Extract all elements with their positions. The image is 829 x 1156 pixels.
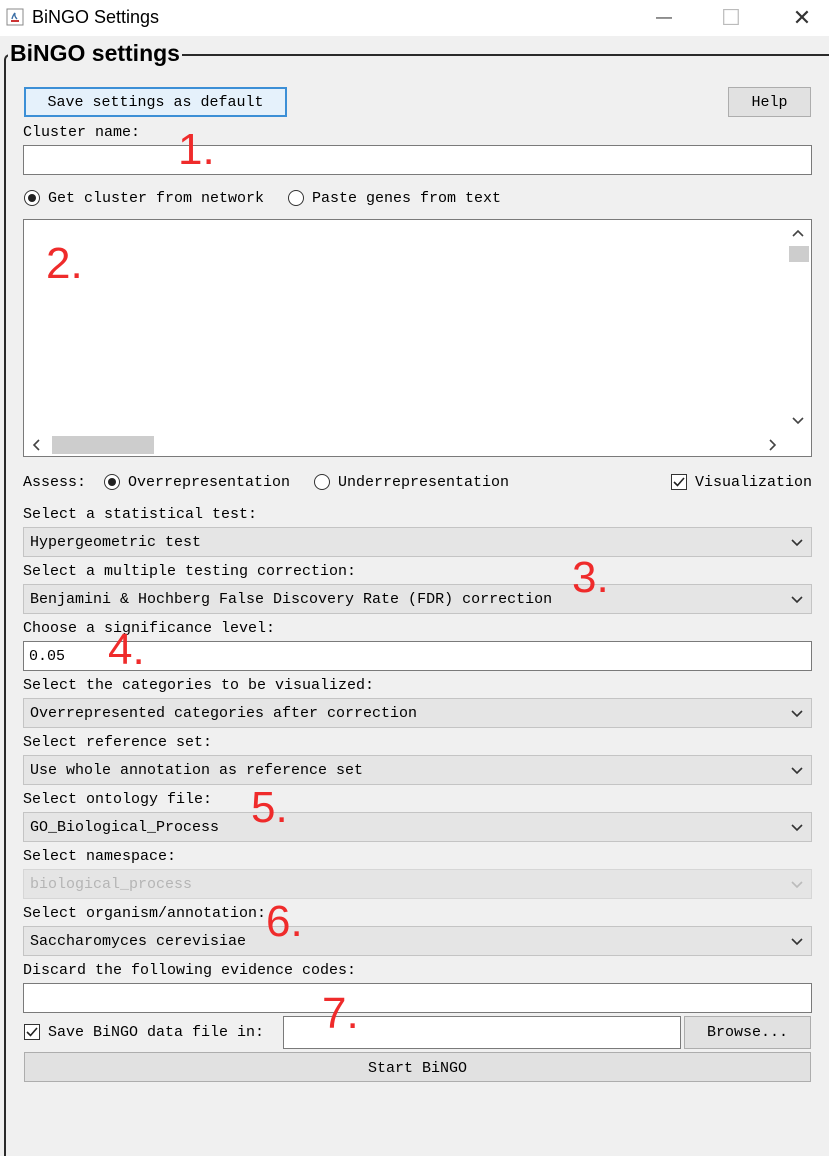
- window-title: BiNGO Settings: [32, 7, 160, 27]
- help-button[interactable]: Help: [728, 87, 811, 117]
- ontology-value: GO_Biological_Process: [30, 818, 220, 836]
- stat-test-value: Hypergeometric test: [30, 533, 202, 551]
- chevron-down-icon: [791, 824, 803, 832]
- chevron-down-icon: [791, 539, 803, 547]
- ontology-label: Select ontology file:: [23, 791, 213, 808]
- annotation-5: 5.: [251, 783, 288, 832]
- close-button[interactable]: ✕: [779, 0, 825, 36]
- underrepresentation-label[interactable]: Underrepresentation: [338, 474, 509, 491]
- save-settings-default-button[interactable]: Save settings as default: [24, 87, 287, 117]
- maximize-icon: ☐: [721, 5, 741, 30]
- maximize-button[interactable]: ☐: [708, 0, 754, 36]
- vertical-scroll-thumb[interactable]: [789, 246, 809, 262]
- radio-get-from-network[interactable]: [24, 190, 40, 206]
- scroll-up-icon[interactable]: [791, 226, 805, 240]
- correction-label: Select a multiple testing correction:: [23, 563, 357, 580]
- organism-value: Saccharomyces cerevisiae: [30, 932, 247, 950]
- evidence-input[interactable]: [23, 983, 812, 1013]
- get-from-network-label[interactable]: Get cluster from network: [48, 190, 264, 207]
- chevron-down-icon: [791, 710, 803, 718]
- annotation-4: 4.: [108, 625, 145, 674]
- minimize-button[interactable]: —: [641, 0, 687, 36]
- horizontal-scroll-thumb[interactable]: [52, 436, 154, 454]
- checkmark-icon: [26, 1027, 38, 1037]
- reference-value: Use whole annotation as reference set: [30, 761, 364, 779]
- ontology-select[interactable]: GO_Biological_Process: [23, 812, 812, 842]
- paste-genes-label[interactable]: Paste genes from text: [312, 190, 501, 207]
- chevron-down-icon: [791, 596, 803, 604]
- save-data-file-checkbox[interactable]: [24, 1024, 40, 1040]
- chevron-down-icon: [791, 767, 803, 775]
- cluster-name-input[interactable]: [23, 145, 812, 175]
- annotation-2: 2.: [46, 239, 83, 288]
- close-icon: ✕: [792, 5, 812, 30]
- radio-underrepresentation[interactable]: [314, 474, 330, 490]
- organism-select[interactable]: Saccharomyces cerevisiae: [23, 926, 812, 956]
- namespace-select: biological_process: [23, 869, 812, 899]
- reference-label: Select reference set:: [23, 734, 213, 751]
- vertical-scrollbar[interactable]: [786, 220, 811, 435]
- chevron-down-icon: [791, 938, 803, 946]
- radio-overrepresentation[interactable]: [104, 474, 120, 490]
- namespace-value: biological_process: [30, 875, 193, 893]
- namespace-label: Select namespace:: [23, 848, 177, 865]
- correction-select[interactable]: Benjamini & Hochberg False Discovery Rat…: [23, 584, 812, 614]
- categories-label: Select the categories to be visualized:: [23, 677, 375, 694]
- java-app-icon: [6, 8, 24, 26]
- chevron-down-icon: [791, 881, 803, 889]
- radio-selected-dot: [28, 194, 36, 202]
- overrepresentation-label[interactable]: Overrepresentation: [128, 474, 290, 491]
- minimize-icon: —: [656, 9, 672, 26]
- annotation-6: 6.: [266, 897, 303, 946]
- stat-test-label: Select a statistical test:: [23, 506, 258, 523]
- scroll-right-icon[interactable]: [766, 438, 780, 452]
- save-data-file-label[interactable]: Save BiNGO data file in:: [48, 1024, 264, 1041]
- radio-selected-dot: [108, 478, 116, 486]
- organism-label: Select organism/annotation:: [23, 905, 267, 922]
- annotation-3: 3.: [572, 553, 609, 602]
- browse-button[interactable]: Browse...: [684, 1016, 811, 1049]
- annotation-7: 7.: [322, 989, 359, 1038]
- checkmark-icon: [673, 477, 685, 487]
- title-bar: BiNGO Settings — ☐ ✕: [0, 0, 829, 36]
- genes-text-area[interactable]: [23, 219, 812, 457]
- significance-label: Choose a significance level:: [23, 620, 276, 637]
- cluster-name-label: Cluster name:: [23, 124, 141, 141]
- panel-title: BiNGO settings: [8, 40, 182, 67]
- scroll-left-icon[interactable]: [29, 438, 43, 452]
- stat-test-select[interactable]: Hypergeometric test: [23, 527, 812, 557]
- assess-label: Assess:: [23, 474, 87, 491]
- categories-select[interactable]: Overrepresented categories after correct…: [23, 698, 812, 728]
- categories-value: Overrepresented categories after correct…: [30, 704, 418, 722]
- visualization-checkbox[interactable]: [671, 474, 687, 490]
- scroll-down-icon[interactable]: [791, 414, 805, 428]
- horizontal-scrollbar[interactable]: [24, 434, 786, 456]
- radio-paste-genes[interactable]: [288, 190, 304, 206]
- correction-value: Benjamini & Hochberg False Discovery Rat…: [30, 590, 553, 608]
- evidence-label: Discard the following evidence codes:: [23, 962, 357, 979]
- reference-select[interactable]: Use whole annotation as reference set: [23, 755, 812, 785]
- visualization-label[interactable]: Visualization: [695, 474, 812, 491]
- annotation-1: 1.: [178, 125, 215, 174]
